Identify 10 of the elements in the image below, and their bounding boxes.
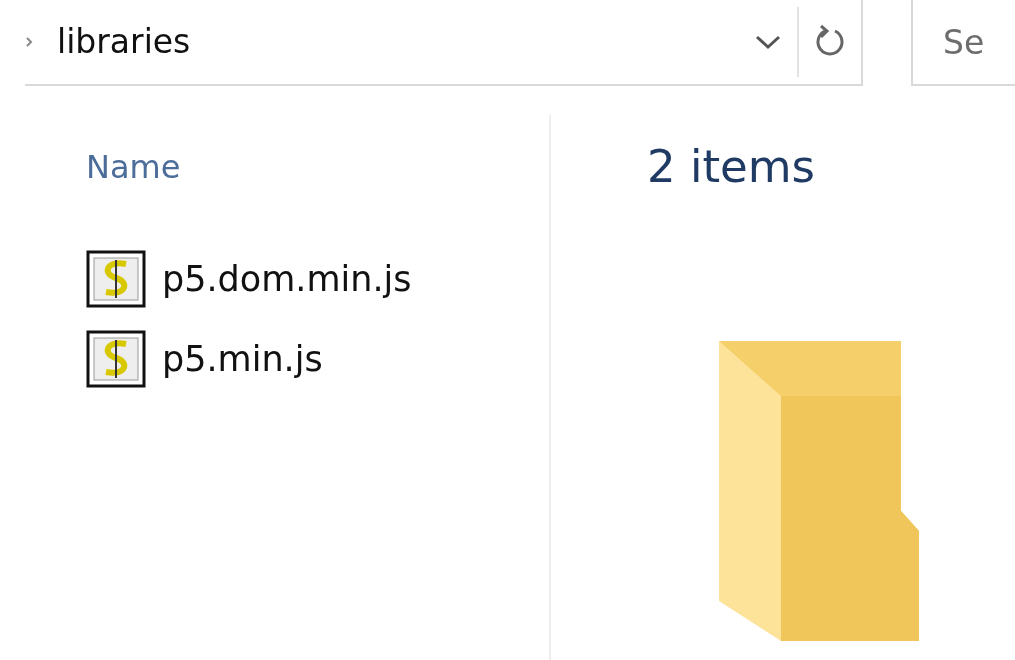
file-name[interactable]: p5.dom.min.js xyxy=(162,252,412,306)
script-file-icon xyxy=(86,250,146,308)
item-count: 2 items xyxy=(647,139,817,195)
file-name[interactable]: p5.min.js xyxy=(162,332,323,386)
chevron-icon[interactable] xyxy=(25,36,33,48)
column-header[interactable]: Name xyxy=(86,143,181,191)
address-path[interactable]: libraries xyxy=(57,17,191,67)
script-file-icon xyxy=(86,330,146,388)
dropdown-icon[interactable] xyxy=(755,34,781,50)
search-field[interactable]: Se xyxy=(913,0,1015,84)
